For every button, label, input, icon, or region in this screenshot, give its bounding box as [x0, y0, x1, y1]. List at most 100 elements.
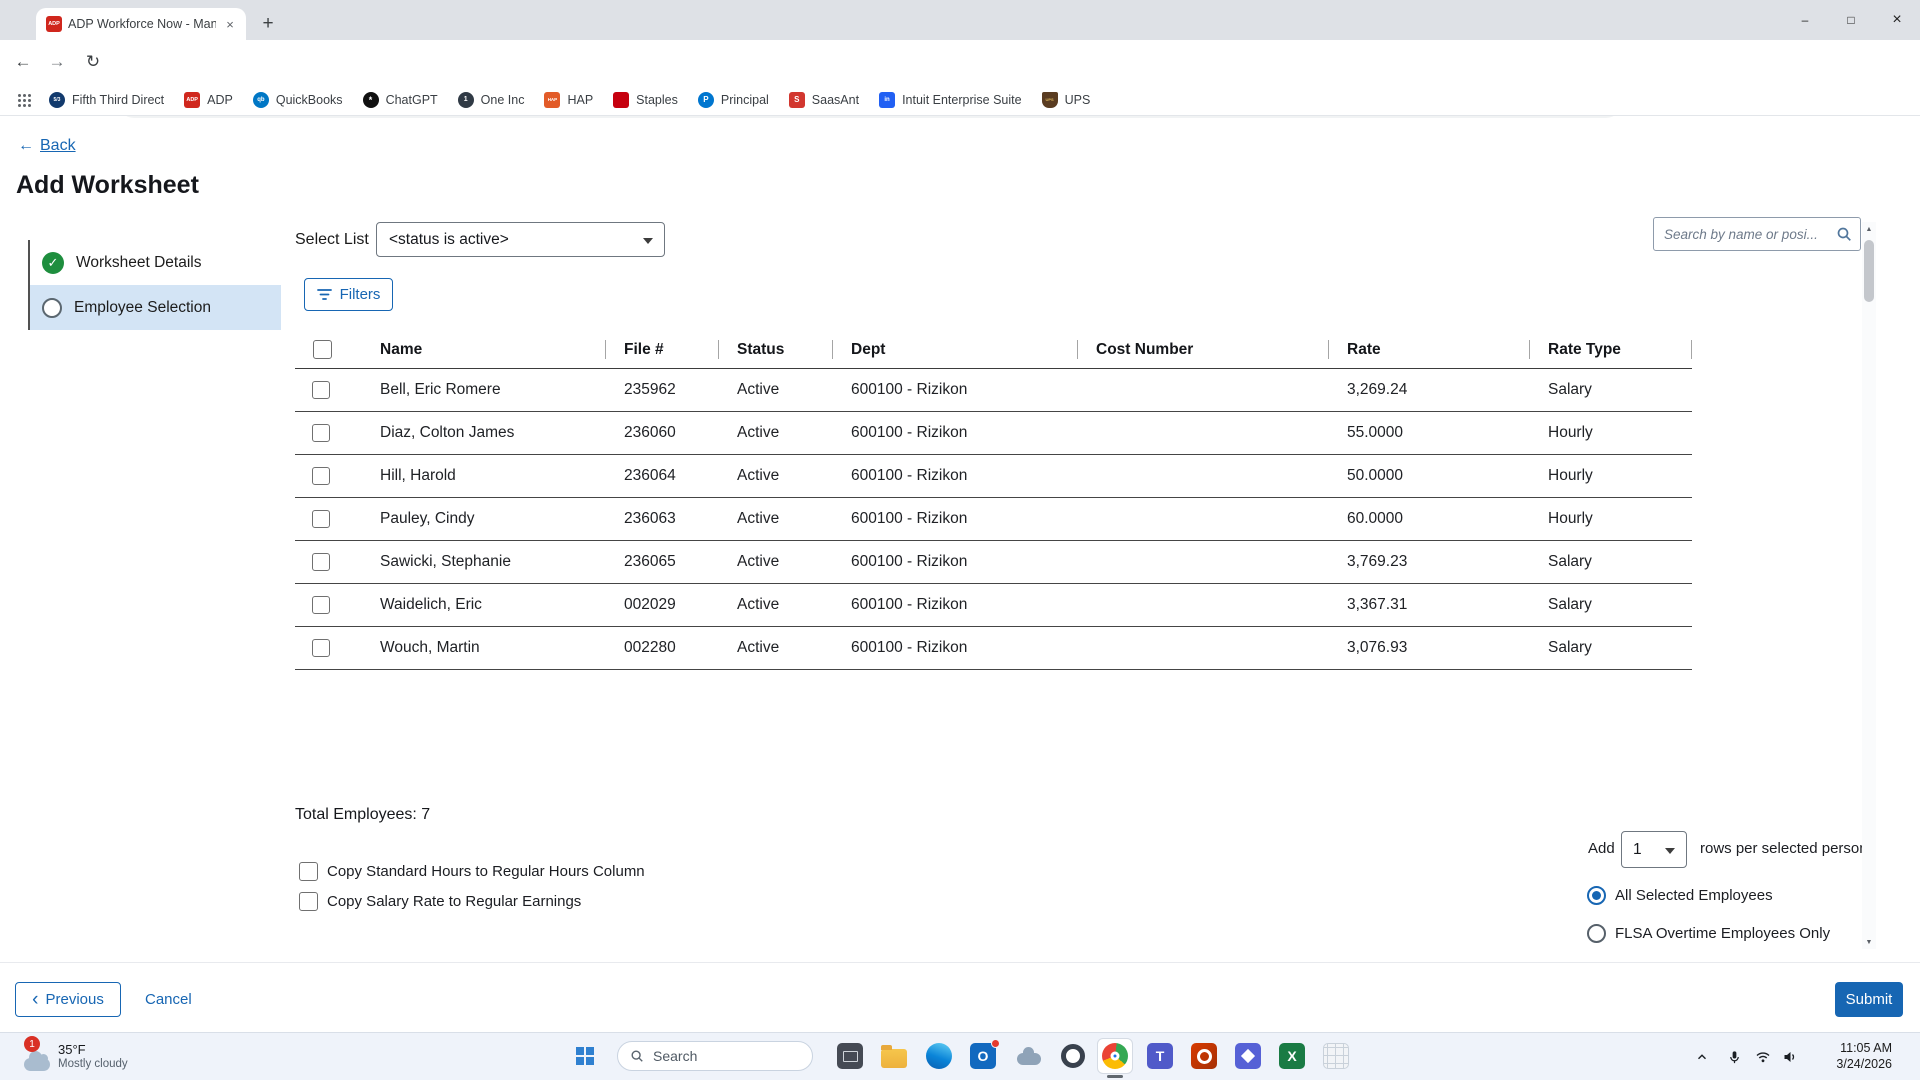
scroll-down-icon[interactable]: ▼: [1862, 935, 1876, 949]
bookmark-hap[interactable]: HAPHAP: [534, 89, 603, 111]
bookmark-saasant[interactable]: SSaasAnt: [779, 89, 869, 111]
scroll-up-icon[interactable]: ▲: [1862, 222, 1876, 236]
browser-forward-icon[interactable]: →: [42, 47, 72, 77]
microphone-icon[interactable]: [1725, 1048, 1743, 1066]
column-header-dept[interactable]: Dept: [833, 331, 1078, 368]
browser-back-icon[interactable]: ←: [8, 47, 38, 77]
bookmark-adp[interactable]: ADPADP: [174, 89, 243, 111]
step-worksheet-details[interactable]: ✓ Worksheet Details: [30, 240, 281, 285]
cell-file: 002280: [606, 639, 719, 657]
window-minimize-button[interactable]: –: [1782, 0, 1828, 40]
outlook-taskbar-icon[interactable]: O: [965, 1038, 1001, 1074]
flsa-overtime-employees-radio[interactable]: [1587, 924, 1606, 943]
window-close-button[interactable]: ×: [1874, 0, 1920, 40]
bookmark-label: Fifth Third Direct: [72, 93, 164, 107]
rows-per-person-dropdown[interactable]: 1: [1621, 831, 1687, 868]
row-checkbox[interactable]: [312, 467, 330, 485]
excel-taskbar-icon[interactable]: X: [1274, 1038, 1310, 1074]
column-header-cost-number[interactable]: Cost Number: [1078, 331, 1329, 368]
row-checkbox[interactable]: [312, 553, 330, 571]
bookmark-one-inc[interactable]: 1One Inc: [448, 89, 535, 111]
cell-status: Active: [719, 510, 833, 528]
column-header-file[interactable]: File #: [606, 331, 719, 368]
bookmark-quickbooks[interactable]: qbQuickBooks: [243, 89, 353, 111]
teams-taskbar-icon[interactable]: T: [1142, 1038, 1178, 1074]
row-checkbox[interactable]: [312, 510, 330, 528]
wifi-icon[interactable]: [1754, 1048, 1772, 1066]
bookmark-ups[interactable]: UPSUPS: [1032, 89, 1101, 111]
select-list-label: Select List: [295, 231, 369, 249]
filters-button[interactable]: Filters: [304, 278, 393, 311]
cell-rate-type: Hourly: [1530, 424, 1692, 442]
file-explorer-taskbar-icon[interactable]: [876, 1038, 912, 1074]
cell-status: Active: [719, 467, 833, 485]
column-header-rate-type[interactable]: Rate Type: [1530, 331, 1692, 368]
select-all-checkbox[interactable]: [313, 340, 332, 359]
browser-reload-icon[interactable]: ↻: [78, 47, 108, 77]
office-taskbar-icon[interactable]: [1186, 1038, 1222, 1074]
row-checkbox[interactable]: [312, 596, 330, 614]
bookmark-principal[interactable]: PPrincipal: [688, 89, 779, 111]
weather-cloud-icon[interactable]: [24, 1058, 50, 1071]
all-selected-employees-radio[interactable]: [1587, 886, 1606, 905]
search-icon: [630, 1049, 644, 1063]
tray-chevron-up-icon[interactable]: [1693, 1048, 1711, 1066]
edge-taskbar-icon[interactable]: [921, 1038, 957, 1074]
filters-label: Filters: [340, 286, 381, 303]
apps-grid-icon[interactable]: [18, 94, 21, 97]
desktop: ADP ADP Workforce Now - Manage × + – □ ×…: [0, 0, 1920, 1080]
bookmark-staples[interactable]: Staples: [603, 89, 688, 111]
cell-rate: 55.0000: [1329, 424, 1530, 442]
folder-icon: [881, 1049, 907, 1068]
window-maximize-button[interactable]: □: [1828, 0, 1874, 40]
copy-salary-rate-checkbox[interactable]: [299, 892, 318, 911]
select-list-dropdown[interactable]: <status is active>: [376, 222, 665, 257]
onedrive-taskbar-icon[interactable]: [1011, 1038, 1047, 1074]
taskbar-clock[interactable]: 11:05 AM 3/24/2026: [1836, 1040, 1892, 1072]
adp-favicon: ADP: [46, 16, 62, 32]
content-scrollbar[interactable]: ▲ ▼: [1862, 222, 1876, 949]
weather-condition[interactable]: Mostly cloudy: [58, 1058, 128, 1070]
radio-option-all-selected: All Selected Employees: [1587, 886, 1773, 905]
column-header-status[interactable]: Status: [719, 331, 833, 368]
back-link[interactable]: ← Back: [18, 137, 76, 155]
ring-icon: [1061, 1044, 1085, 1068]
new-tab-button[interactable]: +: [254, 10, 282, 38]
step-employee-selection[interactable]: Employee Selection: [30, 285, 281, 330]
chevron-down-icon: [643, 238, 653, 244]
table-row: Wouch, Martin 002280 Active 600100 - Riz…: [295, 627, 1692, 670]
calculator-taskbar-icon[interactable]: [1318, 1038, 1354, 1074]
weather-temperature[interactable]: 35°F: [58, 1042, 86, 1057]
ring-app-taskbar-icon[interactable]: [1055, 1038, 1091, 1074]
taskbar-search[interactable]: Search: [617, 1041, 813, 1071]
blue-app-taskbar-icon[interactable]: [1230, 1038, 1266, 1074]
dark-app-taskbar-icon[interactable]: [832, 1038, 868, 1074]
previous-button[interactable]: ‹ Previous: [15, 982, 121, 1017]
back-label: Back: [40, 137, 76, 155]
bookmark-intuit-enterprise-suite[interactable]: inIntuit Enterprise Suite: [869, 89, 1032, 111]
step-complete-icon: ✓: [42, 252, 64, 274]
bookmark-label: UPS: [1065, 93, 1091, 107]
employee-search-input[interactable]: [1653, 217, 1861, 251]
row-checkbox[interactable]: [312, 639, 330, 657]
chrome-taskbar-icon[interactable]: [1097, 1038, 1133, 1074]
cancel-link[interactable]: Cancel: [145, 991, 192, 1008]
bookmark-chatgpt[interactable]: *ChatGPT: [353, 89, 448, 111]
scrollbar-thumb[interactable]: [1864, 240, 1874, 302]
column-header-name[interactable]: Name: [362, 331, 606, 368]
row-checkbox[interactable]: [312, 381, 330, 399]
volume-icon[interactable]: [1781, 1048, 1799, 1066]
start-button[interactable]: [576, 1047, 584, 1055]
cell-status: Active: [719, 639, 833, 657]
app-window-icon: [837, 1043, 863, 1069]
cell-rate: 3,076.93: [1329, 639, 1530, 657]
copy-standard-hours-checkbox[interactable]: [299, 862, 318, 881]
row-checkbox[interactable]: [312, 424, 330, 442]
tab-close-icon[interactable]: ×: [222, 16, 238, 32]
search-icon[interactable]: [1836, 226, 1852, 247]
submit-button[interactable]: Submit: [1835, 982, 1903, 1017]
column-header-rate[interactable]: Rate: [1329, 331, 1530, 368]
bookmark-fifth-third-direct[interactable]: 5/3Fifth Third Direct: [39, 89, 174, 111]
browser-tab[interactable]: ADP ADP Workforce Now - Manage ×: [36, 8, 246, 40]
principal-favicon: P: [698, 92, 714, 108]
